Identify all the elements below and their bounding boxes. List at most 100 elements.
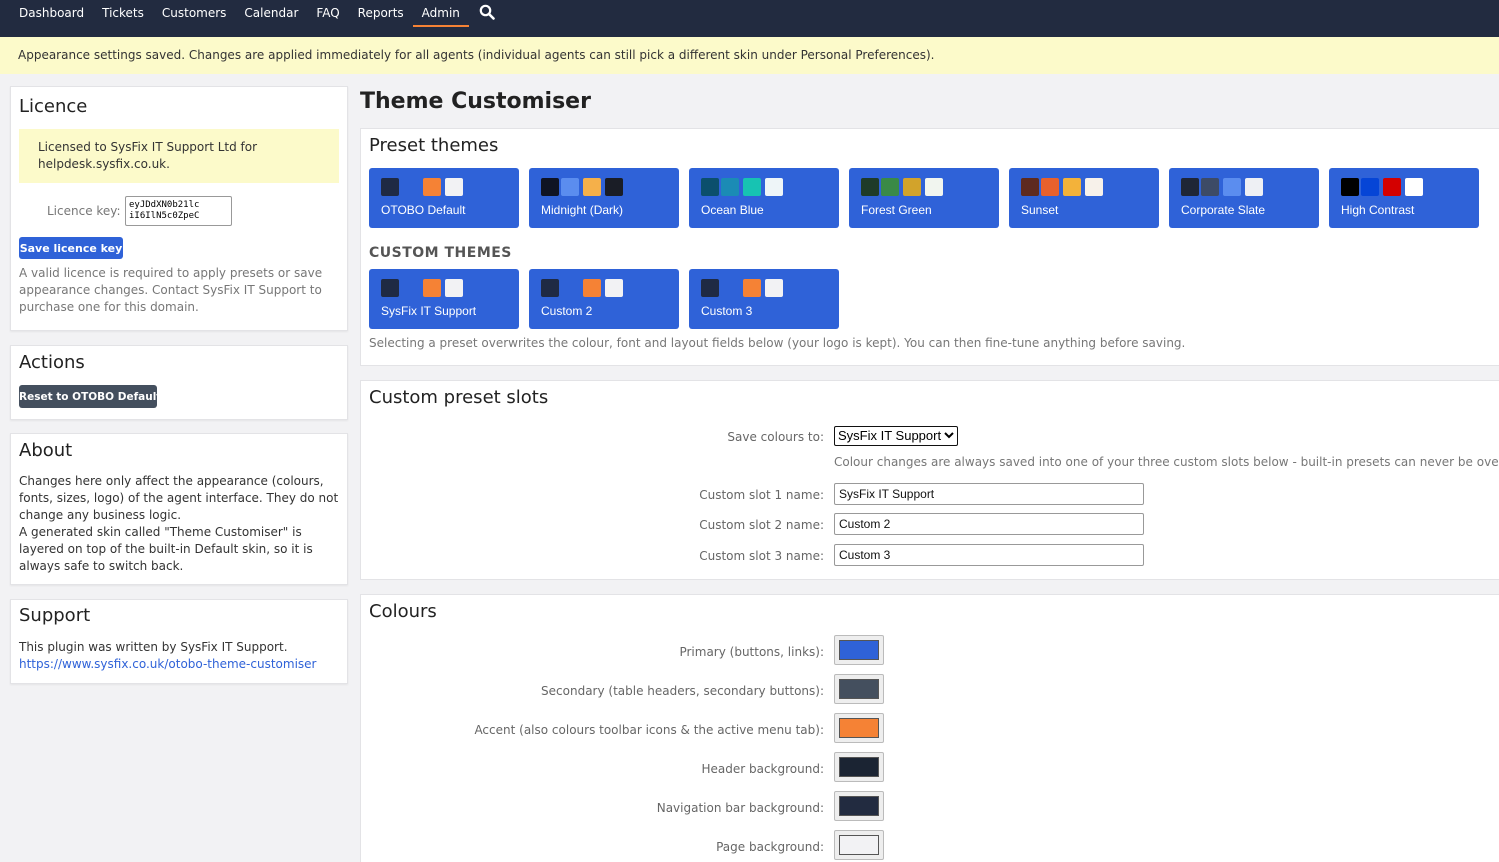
preset-theme-name: Ocean Blue	[701, 203, 764, 217]
colour-swatch	[1041, 178, 1059, 196]
custom-slot-2-label: Custom slot 2 name:	[699, 518, 824, 532]
colour-swatch	[561, 178, 579, 196]
preset-theme-tile[interactable]: Forest Green	[849, 168, 999, 228]
colour-swatch	[701, 279, 719, 297]
colour-swatch	[925, 178, 943, 196]
licence-key-label: Licence key:	[47, 204, 121, 218]
preset-theme-tile[interactable]: OTOBO Default	[369, 168, 519, 228]
preset-theme-tile[interactable]: High Contrast	[1329, 168, 1479, 228]
colour-picker-fill	[839, 796, 879, 816]
licensed-to-text: Licensed to SysFix IT Support Ltd for he…	[38, 140, 258, 171]
preset-theme-tile[interactable]: Sunset	[1009, 168, 1159, 228]
support-title: Support	[19, 605, 91, 626]
licence-panel: Licence Licensed to SysFix IT Support Lt…	[10, 86, 348, 331]
colour-swatch	[1341, 178, 1359, 196]
nav-faq[interactable]: FAQ	[307, 0, 348, 33]
support-link[interactable]: https://www.sysfix.co.uk/otobo-theme-cus…	[19, 657, 316, 671]
licence-key-input[interactable]	[125, 196, 232, 226]
colour-swatch	[381, 279, 399, 297]
custom-theme-tile[interactable]: Custom 3	[689, 269, 839, 329]
custom-theme-name: Custom 2	[541, 304, 593, 318]
page-title: Theme Customiser	[360, 89, 591, 114]
actions-title: Actions	[19, 352, 85, 373]
chevron-down-icon	[944, 429, 954, 444]
preset-theme-tile[interactable]: Midnight (Dark)	[529, 168, 679, 228]
colour-picker[interactable]	[834, 635, 884, 665]
custom-theme-tile[interactable]: Custom 2	[529, 269, 679, 329]
colour-swatch	[1405, 178, 1423, 196]
colour-swatch	[1201, 178, 1219, 196]
colour-picker-fill	[839, 835, 879, 855]
colour-swatch	[423, 279, 441, 297]
preset-theme-name: Forest Green	[861, 203, 932, 217]
custom-slots-title: Custom preset slots	[369, 387, 549, 408]
colour-swatch	[1063, 178, 1081, 196]
colour-picker[interactable]	[834, 674, 884, 704]
licence-note: A valid licence is required to apply pre…	[19, 266, 323, 314]
save-colours-to-value: SysFix IT Support	[838, 428, 942, 443]
nav-admin[interactable]: Admin	[412, 0, 469, 27]
colour-field-label: Page background:	[716, 840, 824, 854]
about-text: Changes here only affect the appearance …	[19, 473, 341, 575]
custom-slot-1-label: Custom slot 1 name:	[699, 488, 824, 502]
success-banner: Appearance settings saved. Changes are a…	[0, 37, 1499, 74]
preset-theme-name: Sunset	[1021, 203, 1059, 217]
nav-calendar[interactable]: Calendar	[235, 0, 307, 33]
colour-swatch	[541, 279, 559, 297]
colour-swatch	[605, 279, 623, 297]
colour-picker[interactable]	[834, 830, 884, 860]
colour-swatch	[743, 279, 761, 297]
colour-swatch	[445, 178, 463, 196]
colour-swatch	[561, 279, 579, 297]
colour-picker-fill	[839, 679, 879, 699]
reset-default-button[interactable]: Reset to OTOBO Default	[19, 385, 161, 408]
save-colours-note: Colour changes are always saved into one…	[834, 455, 1499, 469]
custom-theme-tile[interactable]: SysFix IT Support	[369, 269, 519, 329]
colour-picker[interactable]	[834, 791, 884, 821]
preset-theme-name: High Contrast	[1341, 203, 1415, 217]
licensed-to-box: Licensed to SysFix IT Support Ltd for he…	[19, 129, 339, 183]
colour-swatch	[541, 178, 559, 196]
custom-slot-3-input[interactable]	[834, 544, 1144, 566]
about-paragraph-1: Changes here only affect the appearance …	[19, 474, 339, 522]
colour-swatch	[583, 178, 601, 196]
colours-card: Colours Primary (buttons, links): Seconda…	[360, 594, 1499, 862]
colour-swatch	[765, 178, 783, 196]
colour-swatch	[381, 178, 399, 196]
top-navigation: Dashboard Tickets Customers Calendar FAQ…	[0, 0, 1499, 37]
nav-customers[interactable]: Customers	[153, 0, 236, 33]
custom-slot-1-input[interactable]	[834, 483, 1144, 505]
preset-themes-card: Preset themes OTOBO Default Midnight (Dar…	[360, 128, 1499, 366]
preset-theme-name: Midnight (Dark)	[541, 203, 624, 217]
colour-picker-fill	[839, 718, 879, 738]
colour-swatch	[401, 178, 419, 196]
colour-field-label: Primary (buttons, links):	[679, 645, 824, 659]
custom-theme-name: SysFix IT Support	[381, 304, 477, 318]
save-colours-to-select[interactable]: SysFix IT Support	[834, 426, 959, 446]
colour-swatch	[701, 178, 719, 196]
colour-swatch	[1021, 178, 1039, 196]
preset-themes-title: Preset themes	[369, 135, 499, 156]
custom-slots-card: Custom preset slots Save colours to: Sys…	[360, 380, 1499, 580]
nav-reports[interactable]: Reports	[349, 0, 413, 33]
nav-dashboard[interactable]: Dashboard	[10, 0, 93, 33]
colour-picker[interactable]	[834, 752, 884, 782]
search-icon[interactable]	[469, 0, 505, 23]
colour-swatch	[1361, 178, 1379, 196]
colour-field-label: Navigation bar background:	[656, 801, 824, 815]
actions-panel: Actions Reset to OTOBO Default	[10, 345, 348, 420]
about-paragraph-2: A generated skin called "Theme Customise…	[19, 525, 313, 573]
preset-theme-tile[interactable]: Corporate Slate	[1169, 168, 1319, 228]
custom-slot-2-input[interactable]	[834, 513, 1144, 535]
preset-theme-tile[interactable]: Ocean Blue	[689, 168, 839, 228]
colour-picker[interactable]	[834, 713, 884, 743]
nav-tickets[interactable]: Tickets	[93, 0, 153, 33]
colour-swatch	[1085, 178, 1103, 196]
preset-note: Selecting a preset overwrites the colour…	[369, 336, 1186, 350]
colour-swatch	[765, 279, 783, 297]
colour-swatch	[1181, 178, 1199, 196]
colour-swatch	[1383, 178, 1401, 196]
colour-swatch	[721, 178, 739, 196]
save-licence-key-button[interactable]: Save licence key	[19, 237, 123, 259]
colours-title: Colours	[369, 601, 437, 622]
